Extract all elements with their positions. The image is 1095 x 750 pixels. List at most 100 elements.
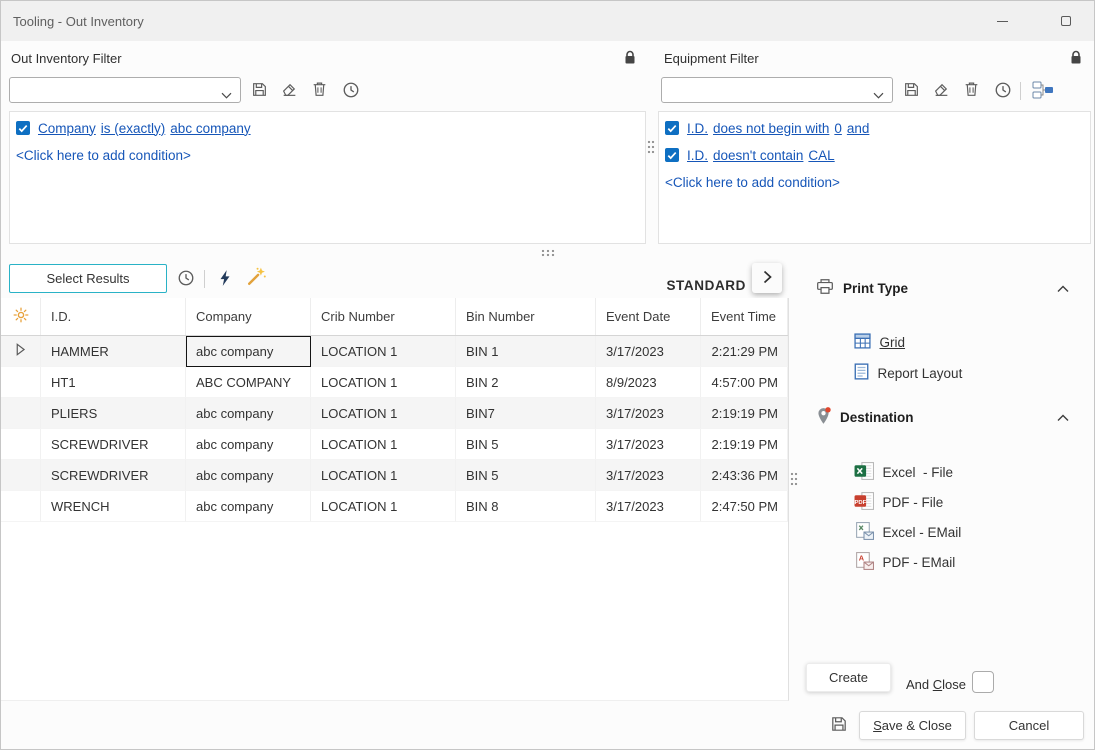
select-results-button[interactable]: Select Results	[9, 264, 167, 293]
cell-date[interactable]: 3/17/2023	[596, 336, 701, 367]
filter-wizard-button[interactable]	[245, 265, 269, 289]
condition-join-link[interactable]: and	[847, 121, 870, 136]
layout-flyout-button[interactable]	[752, 263, 782, 293]
equipment-condition-box[interactable]: I.D. does not begin with 0 and I.D. does…	[658, 111, 1091, 244]
condition-checkbox[interactable]	[665, 121, 679, 135]
save-filter-button[interactable]	[247, 79, 271, 103]
equipment-filter-lock-icon	[1069, 50, 1083, 68]
cancel-button[interactable]: Cancel	[974, 711, 1084, 740]
cell-id[interactable]: SCREWDRIVER	[41, 460, 186, 491]
cell-date[interactable]: 3/17/2023	[596, 398, 701, 429]
condition-checkbox[interactable]	[665, 148, 679, 162]
add-condition-link[interactable]: <Click here to add condition>	[16, 148, 191, 163]
print-type-option-report-layout[interactable]: Report Layout	[831, 348, 962, 398]
add-condition-link[interactable]: <Click here to add condition>	[665, 175, 840, 190]
cell-crib[interactable]: LOCATION 1	[311, 491, 456, 522]
destination-option-pdf-email[interactable]: A PDF - EMail	[831, 537, 955, 588]
table-row: HAMMER abc company LOCATION 1 BIN 1 3/17…	[1, 336, 788, 367]
cell-crib[interactable]: LOCATION 1	[311, 336, 456, 367]
results-history-button[interactable]	[174, 267, 198, 291]
save-layout-button[interactable]	[827, 713, 851, 737]
condition-field-link[interactable]: Company	[38, 121, 96, 136]
clock-icon	[994, 81, 1012, 102]
save-and-close-button[interactable]: Save & Close	[859, 711, 966, 740]
delete-filter-button[interactable]	[959, 79, 983, 103]
condition-value-link[interactable]: abc company	[170, 121, 250, 136]
cell-company[interactable]: abc company	[186, 460, 311, 491]
clear-filter-button[interactable]	[277, 79, 301, 103]
cell-bin[interactable]: BIN 8	[456, 491, 596, 522]
grid-corner-button[interactable]	[1, 298, 41, 335]
splitter-handle[interactable]	[540, 246, 556, 261]
and-close-checkbox[interactable]	[972, 671, 994, 693]
cell-time[interactable]: 2:19:19 PM	[701, 429, 788, 460]
out-filter-preset-combobox[interactable]	[9, 77, 241, 103]
filter-history-button[interactable]	[991, 79, 1015, 103]
condition-checkbox[interactable]	[16, 121, 30, 135]
cell-time[interactable]: 2:43:36 PM	[701, 460, 788, 491]
filter-history-button[interactable]	[339, 79, 363, 103]
delete-filter-button[interactable]	[307, 79, 331, 103]
cell-bin[interactable]: BIN 5	[456, 460, 596, 491]
minimize-button[interactable]	[981, 1, 1023, 41]
clock-icon	[177, 269, 195, 290]
cell-date[interactable]: 3/17/2023	[596, 460, 701, 491]
cell-time[interactable]: 2:19:19 PM	[701, 398, 788, 429]
cell-bin[interactable]: BIN7	[456, 398, 596, 429]
cell-crib[interactable]: LOCATION 1	[311, 398, 456, 429]
cell-company[interactable]: abc company	[186, 429, 311, 460]
report-layout-icon	[831, 348, 869, 398]
create-button[interactable]: Create	[806, 663, 891, 692]
equipment-hierarchy-button[interactable]	[1029, 79, 1057, 103]
cell-bin[interactable]: BIN 5	[456, 429, 596, 460]
destination-collapse-button[interactable]	[1051, 407, 1075, 427]
cell-date[interactable]: 3/17/2023	[596, 491, 701, 522]
cell-crib[interactable]: LOCATION 1	[311, 367, 456, 398]
maximize-button[interactable]	[1045, 1, 1087, 41]
condition-value-link[interactable]: 0	[834, 121, 842, 136]
cell-id[interactable]: SCREWDRIVER	[41, 429, 186, 460]
cell-crib[interactable]: LOCATION 1	[311, 429, 456, 460]
cell-id[interactable]: PLIERS	[41, 398, 186, 429]
condition-operator-link[interactable]: does not begin with	[713, 121, 829, 136]
clear-filter-button[interactable]	[929, 79, 953, 103]
cell-company[interactable]: abc company	[186, 398, 311, 429]
cell-id[interactable]: WRENCH	[41, 491, 186, 522]
print-type-collapse-button[interactable]	[1051, 278, 1075, 298]
table-row: SCREWDRIVER abc company LOCATION 1 BIN 5…	[1, 460, 788, 491]
out-inventory-filter-label: Out Inventory Filter	[11, 51, 122, 66]
cell-bin[interactable]: BIN 2	[456, 367, 596, 398]
cell-bin[interactable]: BIN 1	[456, 336, 596, 367]
cell-time[interactable]: 2:21:29 PM	[701, 336, 788, 367]
condition-operator-link[interactable]: doesn't contain	[713, 148, 803, 163]
column-header-id[interactable]: I.D.	[41, 298, 186, 335]
out-inventory-condition-box[interactable]: Company is (exactly) abc company <Click …	[9, 111, 646, 244]
cell-time[interactable]: 4:57:00 PM	[701, 367, 788, 398]
cell-company[interactable]: abc company	[186, 491, 311, 522]
splitter-handle[interactable]	[646, 139, 656, 158]
column-header-bin-number[interactable]: Bin Number	[456, 298, 596, 335]
cell-id[interactable]: HT1	[41, 367, 186, 398]
column-header-crib-number[interactable]: Crib Number	[311, 298, 456, 335]
cell-time[interactable]: 2:47:50 PM	[701, 491, 788, 522]
cell-company-selected[interactable]: abc company	[186, 336, 311, 367]
cell-date[interactable]: 8/9/2023	[596, 367, 701, 398]
condition-field-link[interactable]: I.D.	[687, 148, 708, 163]
section-title: Destination	[840, 410, 914, 425]
column-header-company[interactable]: Company	[186, 298, 311, 335]
cell-crib[interactable]: LOCATION 1	[311, 460, 456, 491]
column-header-event-date[interactable]: Event Date	[596, 298, 701, 335]
condition-operator-link[interactable]: is (exactly)	[101, 121, 166, 136]
equipment-filter-preset-combobox[interactable]	[661, 77, 893, 103]
condition-value-link[interactable]: CAL	[808, 148, 834, 163]
table-row: WRENCH abc company LOCATION 1 BIN 8 3/17…	[1, 491, 788, 522]
splitter-handle[interactable]	[789, 471, 799, 490]
run-query-button[interactable]	[213, 267, 237, 291]
cell-date[interactable]: 3/17/2023	[596, 429, 701, 460]
save-filter-button[interactable]	[899, 79, 923, 103]
filter-condition-row: I.D. doesn't contain CAL	[665, 146, 840, 164]
cell-company[interactable]: ABC COMPANY	[186, 367, 311, 398]
condition-field-link[interactable]: I.D.	[687, 121, 708, 136]
cell-id[interactable]: HAMMER	[41, 336, 186, 367]
column-header-event-time[interactable]: Event Time	[701, 298, 788, 335]
